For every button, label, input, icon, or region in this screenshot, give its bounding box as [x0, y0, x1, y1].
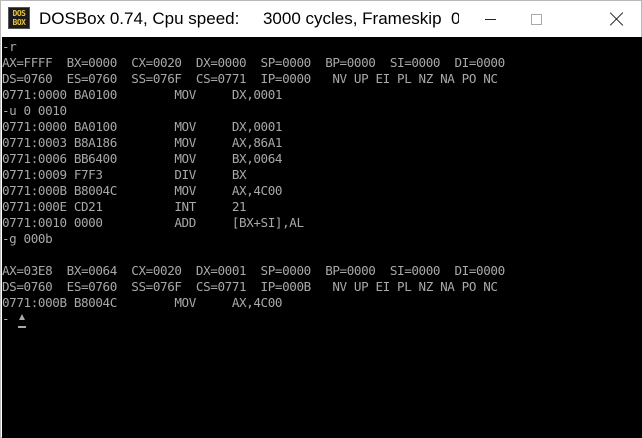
console-line: 0771:0006 BB6400 MOV BX,0064	[2, 151, 283, 166]
console-line: -g 000b	[2, 231, 53, 246]
console-line: DS=0760 ES=0760 SS=076F CS=0771 IP=0000 …	[2, 71, 498, 86]
minimize-button[interactable]	[467, 1, 513, 37]
console-line: 0771:0000 BA0100 MOV DX,0001	[2, 87, 283, 102]
maximize-icon	[530, 13, 542, 25]
maximize-button	[513, 1, 559, 37]
dosbox-app-icon[interactable]: DOS BOX	[8, 7, 30, 29]
close-icon	[610, 12, 624, 26]
dos-console[interactable]: -r AX=FFFF BX=0000 CX=0020 DX=0000 SP=00…	[2, 37, 642, 438]
window-title: DOSBox 0.74, Cpu speed: 3000 cycles, Fra…	[39, 9, 459, 28]
title-bar[interactable]: DOS BOX DOSBox 0.74, Cpu speed: 3000 cyc…	[1, 1, 641, 37]
console-prompt-line: -	[2, 311, 10, 326]
app-icon-text: DOS BOX	[12, 9, 26, 27]
console-line: 0771:000B B8004C MOV AX,4C00	[2, 295, 283, 310]
console-line: 0771:0003 B8A186 MOV AX,86A1	[2, 135, 283, 150]
console-line: -u 0 0010	[2, 103, 67, 118]
text-cursor	[18, 326, 26, 328]
console-line: 0771:000E CD21 INT 21	[2, 199, 247, 214]
close-button[interactable]	[594, 1, 640, 37]
console-line: AX=FFFF BX=0000 CX=0020 DX=0000 SP=0000 …	[2, 55, 505, 70]
console-line: 0771:0009 F7F3 DIV BX	[2, 167, 247, 182]
console-line: 0771:0000 BA0100 MOV DX,0001	[2, 119, 283, 134]
console-line: AX=03E8 BX=0064 CX=0020 DX=0001 SP=0000 …	[2, 263, 505, 278]
console-line: -r	[2, 39, 17, 54]
console-line: 0771:000B B8004C MOV AX,4C00	[2, 183, 283, 198]
minimize-icon	[484, 18, 496, 20]
mouse-pointer-icon	[19, 314, 25, 320]
console-line: 0771:0010 0000 ADD [BX+SI],AL	[2, 215, 304, 230]
console-line: DS=0760 ES=0760 SS=076F CS=0771 IP=000B …	[2, 279, 498, 294]
dosbox-window: DOS BOX DOSBox 0.74, Cpu speed: 3000 cyc…	[0, 0, 642, 438]
